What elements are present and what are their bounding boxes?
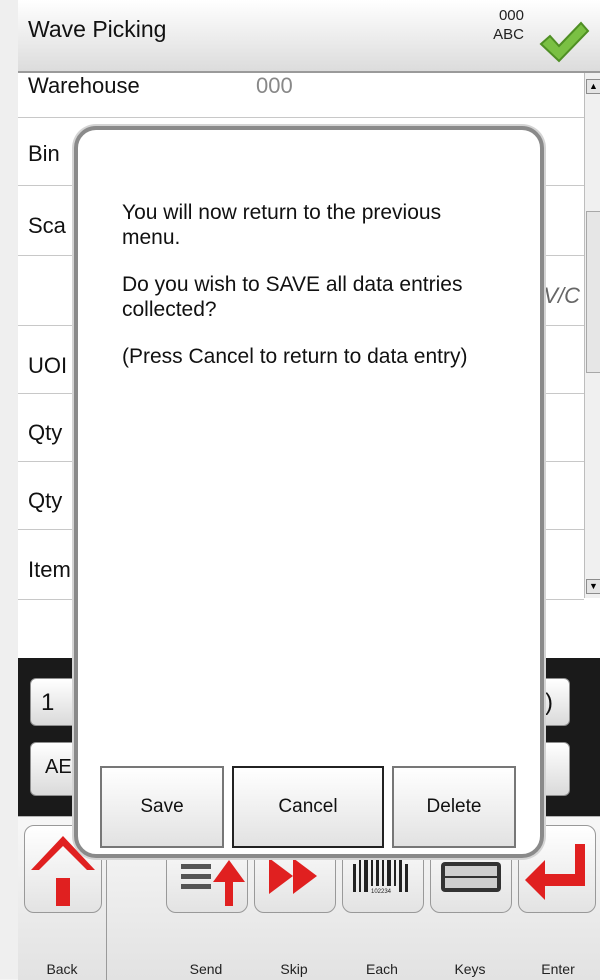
dialog-line-2: Do you wish to SAVE all data entries col…	[122, 273, 463, 321]
checkmark-icon[interactable]	[538, 20, 590, 64]
field-label: Item	[28, 557, 71, 582]
cancel-button[interactable]: Cancel	[232, 766, 384, 848]
delete-button[interactable]: Delete	[392, 766, 516, 848]
title-bar: Wave Picking 000 ABC	[18, 0, 600, 73]
field-label: UOI	[28, 353, 68, 378]
field-partial-text: V/C	[543, 283, 580, 308]
key-label: )	[545, 689, 553, 716]
field-label: Qty	[28, 420, 63, 445]
save-button-label: Save	[140, 796, 184, 817]
send-label: Send	[189, 961, 223, 977]
barcode-number: 102234	[371, 889, 392, 895]
save-button[interactable]: Save	[100, 766, 224, 848]
delete-button-label: Delete	[426, 796, 482, 817]
form-row-warehouse[interactable]: Warehouse 000	[18, 73, 584, 118]
key-label: 1	[41, 689, 55, 716]
keys-label: Keys	[454, 961, 486, 977]
form-scrollbar[interactable]: ▲ ▼	[584, 73, 600, 598]
field-label: Sca	[28, 213, 66, 238]
scroll-thumb[interactable]	[586, 211, 600, 373]
field-value: 000	[256, 73, 293, 98]
location-code: 000 ABC	[474, 6, 524, 44]
field-label: Warehouse	[28, 73, 140, 98]
dialog-line-3: (Press Cancel to return to data entry)	[122, 345, 468, 368]
page-title: Wave Picking	[28, 16, 167, 42]
code-line-2: ABC	[493, 26, 524, 43]
field-label: Bin	[28, 141, 60, 166]
left-margin	[0, 0, 18, 979]
dialog-message: You will now return to the previous menu…	[122, 200, 502, 391]
field-label: Qty	[28, 488, 63, 513]
dialog-line-1: You will now return to the previous menu…	[122, 201, 442, 249]
skip-label: Skip	[280, 961, 308, 977]
save-confirmation-dialog: You will now return to the previous menu…	[74, 126, 544, 858]
scroll-down-button[interactable]: ▼	[586, 579, 600, 594]
code-line-1: 000	[498, 7, 524, 24]
each-label: Each	[366, 961, 398, 977]
cancel-button-label: Cancel	[278, 796, 338, 817]
back-label: Back	[46, 961, 78, 977]
scroll-up-button[interactable]: ▲	[586, 79, 600, 94]
key-label: AE	[45, 756, 72, 778]
enter-label: Enter	[541, 961, 575, 977]
